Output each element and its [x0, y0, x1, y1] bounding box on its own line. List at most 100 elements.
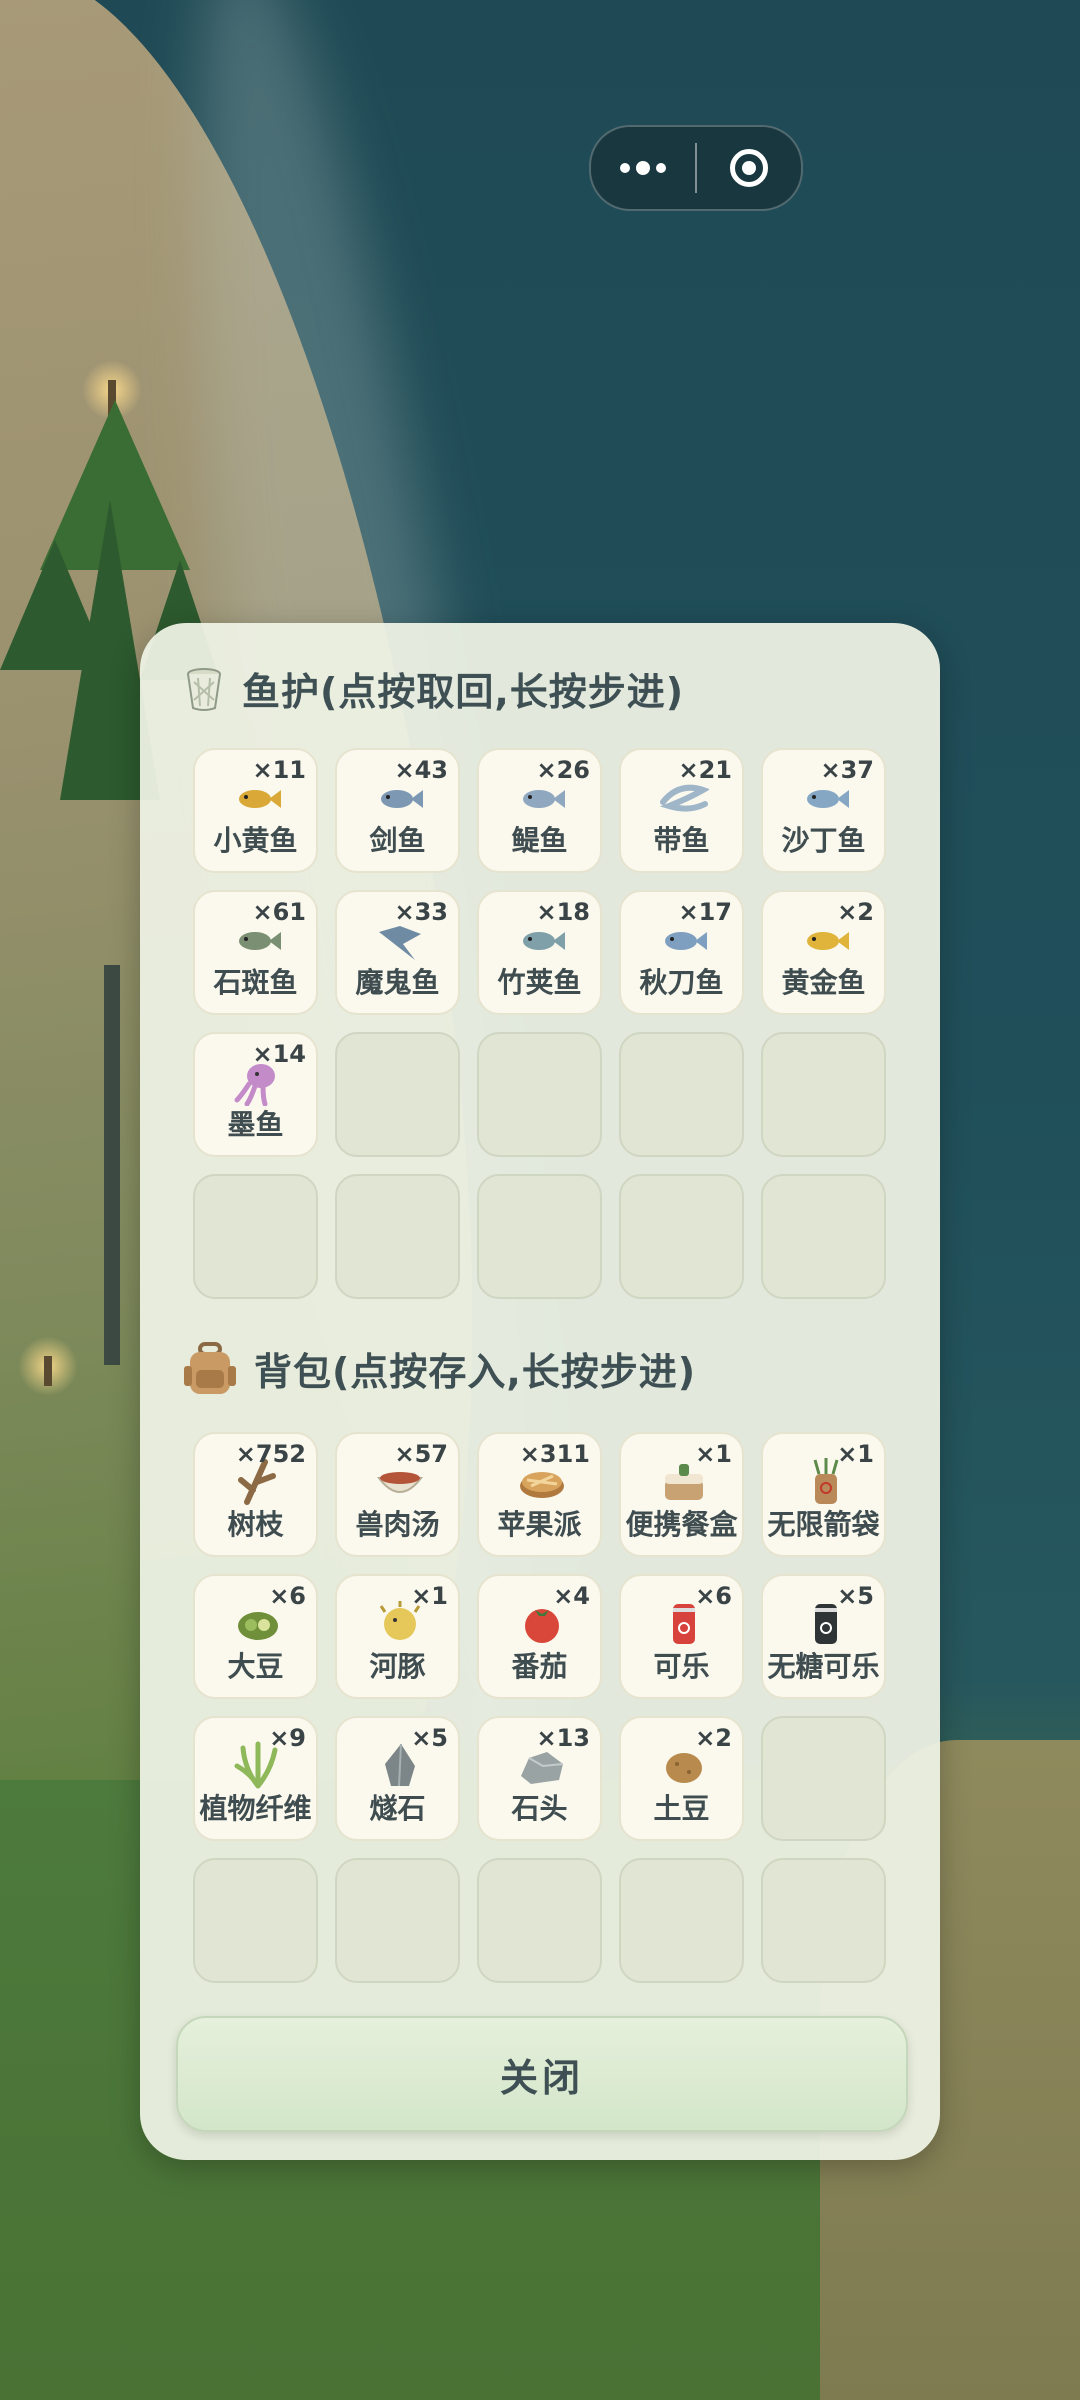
backpack-icon: [184, 1341, 236, 1394]
fish_storage-empty-slot[interactable]: [335, 1032, 460, 1157]
item-name: 兽肉汤: [355, 1508, 440, 1541]
fish_storage-slot[interactable]: ×26 鳀鱼: [477, 748, 602, 873]
backpack-empty-slot[interactable]: [193, 1858, 318, 1983]
fish_storage-empty-slot[interactable]: [761, 1032, 886, 1157]
backpack-slot[interactable]: ×4 番茄: [477, 1574, 602, 1699]
item-name: 可乐: [653, 1650, 710, 1683]
item-name: 番茄: [511, 1650, 568, 1683]
backpack-slot[interactable]: ×752 树枝: [193, 1432, 318, 1557]
bucket-icon: [187, 667, 221, 711]
fish_storage-slot[interactable]: ×11 小黄鱼: [193, 748, 318, 873]
backpack-slot[interactable]: ×9 植物纤维: [193, 1716, 318, 1841]
item-count: ×2: [695, 1724, 732, 1752]
item-count: ×13: [536, 1724, 590, 1752]
fish_storage-slot[interactable]: ×21 带鱼: [619, 748, 744, 873]
item-count: ×33: [394, 898, 448, 926]
item-name: 石头: [511, 1792, 568, 1825]
wooden-pier: [104, 965, 120, 1365]
item-name: 无糖可乐: [767, 1650, 880, 1683]
fish_storage-slot[interactable]: ×61 石斑鱼: [193, 890, 318, 1015]
backpack-slot[interactable]: ×13 石头: [477, 1716, 602, 1841]
more-dots-icon: [620, 161, 666, 175]
item-count: ×9: [269, 1724, 306, 1752]
item-count: ×752: [235, 1440, 306, 1468]
fish_storage-slot[interactable]: ×17 秋刀鱼: [619, 890, 744, 1015]
backpack-slot[interactable]: ×311 苹果派: [477, 1432, 602, 1557]
item-name: 黄金鱼: [781, 966, 866, 999]
item-count: ×1: [837, 1440, 874, 1468]
item-count: ×11: [252, 756, 306, 784]
item-name: 沙丁鱼: [781, 824, 866, 857]
fish_storage-empty-slot[interactable]: [619, 1032, 744, 1157]
item-name: 植物纤维: [199, 1792, 312, 1825]
close-miniprogram-button[interactable]: [697, 127, 801, 209]
item-name: 石斑鱼: [213, 966, 298, 999]
item-name: 魔鬼鱼: [355, 966, 440, 999]
target-circle-icon: [730, 149, 768, 187]
backpack-title: 背包(点按存入,长按步进): [254, 1350, 697, 1394]
backpack-empty-slot[interactable]: [761, 1858, 886, 1983]
item-count: ×61: [252, 898, 306, 926]
backpack-slot[interactable]: ×1 便携餐盒: [619, 1432, 744, 1557]
item-name: 便携餐盒: [625, 1508, 738, 1541]
item-count: ×6: [269, 1582, 306, 1610]
backpack-slot[interactable]: ×2 土豆: [619, 1716, 744, 1841]
item-name: 树枝: [227, 1508, 284, 1541]
fish_storage-empty-slot[interactable]: [619, 1174, 744, 1299]
item-count: ×311: [519, 1440, 590, 1468]
item-count: ×2: [837, 898, 874, 926]
window-capsule: [589, 125, 803, 211]
more-button[interactable]: [591, 127, 695, 209]
fish_storage-slot[interactable]: ×33 魔鬼鱼: [335, 890, 460, 1015]
backpack-empty-slot[interactable]: [335, 1858, 460, 1983]
item-name: 竹荚鱼: [497, 966, 582, 999]
fish_storage-empty-slot[interactable]: [335, 1174, 460, 1299]
item-name: 无限箭袋: [767, 1508, 880, 1541]
backpack-slot[interactable]: ×1 无限箭袋: [761, 1432, 886, 1557]
backpack-header: 背包(点按存入,长按步进): [184, 1341, 696, 1396]
item-count: ×5: [411, 1724, 448, 1752]
item-count: ×26: [536, 756, 590, 784]
item-name: 墨鱼: [227, 1108, 284, 1141]
item-count: ×6: [695, 1582, 732, 1610]
backpack-empty-slot[interactable]: [619, 1858, 744, 1983]
item-name: 河豚: [369, 1650, 426, 1683]
close-button[interactable]: 关闭: [176, 2016, 908, 2132]
item-count: ×5: [837, 1582, 874, 1610]
item-name: 土豆: [653, 1792, 710, 1825]
backpack-empty-slot[interactable]: [477, 1858, 602, 1983]
fish_storage-slot[interactable]: ×43 剑鱼: [335, 748, 460, 873]
item-name: 鳀鱼: [511, 824, 568, 857]
item-name: 燧石: [369, 1792, 426, 1825]
inventory-panel: 鱼护(点按取回,长按步进) ×11 小黄鱼 ×43 剑鱼 ×26 鳀鱼 ×21 带鱼 ×37 沙丁…: [140, 623, 940, 2160]
item-count: ×18: [536, 898, 590, 926]
backpack-slot[interactable]: ×57 兽肉汤: [335, 1432, 460, 1557]
backpack-slot[interactable]: ×5 无糖可乐: [761, 1574, 886, 1699]
fish_storage-slot[interactable]: ×14 墨鱼: [193, 1032, 318, 1157]
fish_storage-slot[interactable]: ×37 沙丁鱼: [761, 748, 886, 873]
item-count: ×57: [394, 1440, 448, 1468]
fish-storage-header: 鱼护(点按取回,长按步进): [184, 661, 684, 716]
backpack-slot[interactable]: ×6 大豆: [193, 1574, 318, 1699]
backpack-empty-slot[interactable]: [761, 1716, 886, 1841]
fish_storage-slot[interactable]: ×2 黄金鱼: [761, 890, 886, 1015]
fish-storage-title: 鱼护(点按取回,长按步进): [242, 670, 685, 714]
fish_storage-empty-slot[interactable]: [193, 1174, 318, 1299]
fish_storage-empty-slot[interactable]: [477, 1174, 602, 1299]
item-name: 大豆: [227, 1650, 284, 1683]
fish_storage-empty-slot[interactable]: [761, 1174, 886, 1299]
fish_storage-empty-slot[interactable]: [477, 1032, 602, 1157]
backpack-slot[interactable]: ×1 河豚: [335, 1574, 460, 1699]
backpack-slot[interactable]: ×6 可乐: [619, 1574, 744, 1699]
item-name: 秋刀鱼: [639, 966, 724, 999]
item-count: ×14: [252, 1040, 306, 1068]
item-count: ×43: [394, 756, 448, 784]
backpack-grid: ×752 树枝 ×57 兽肉汤 ×311 苹果派 ×1 便携餐盒 ×1 无限箭袋 ×6 大豆 ×1 河豚 ×…: [193, 1432, 886, 1983]
item-name: 剑鱼: [369, 824, 426, 857]
item-count: ×37: [820, 756, 874, 784]
item-name: 带鱼: [653, 824, 710, 857]
item-name: 苹果派: [497, 1508, 582, 1541]
item-count: ×4: [553, 1582, 590, 1610]
backpack-slot[interactable]: ×5 燧石: [335, 1716, 460, 1841]
fish_storage-slot[interactable]: ×18 竹荚鱼: [477, 890, 602, 1015]
